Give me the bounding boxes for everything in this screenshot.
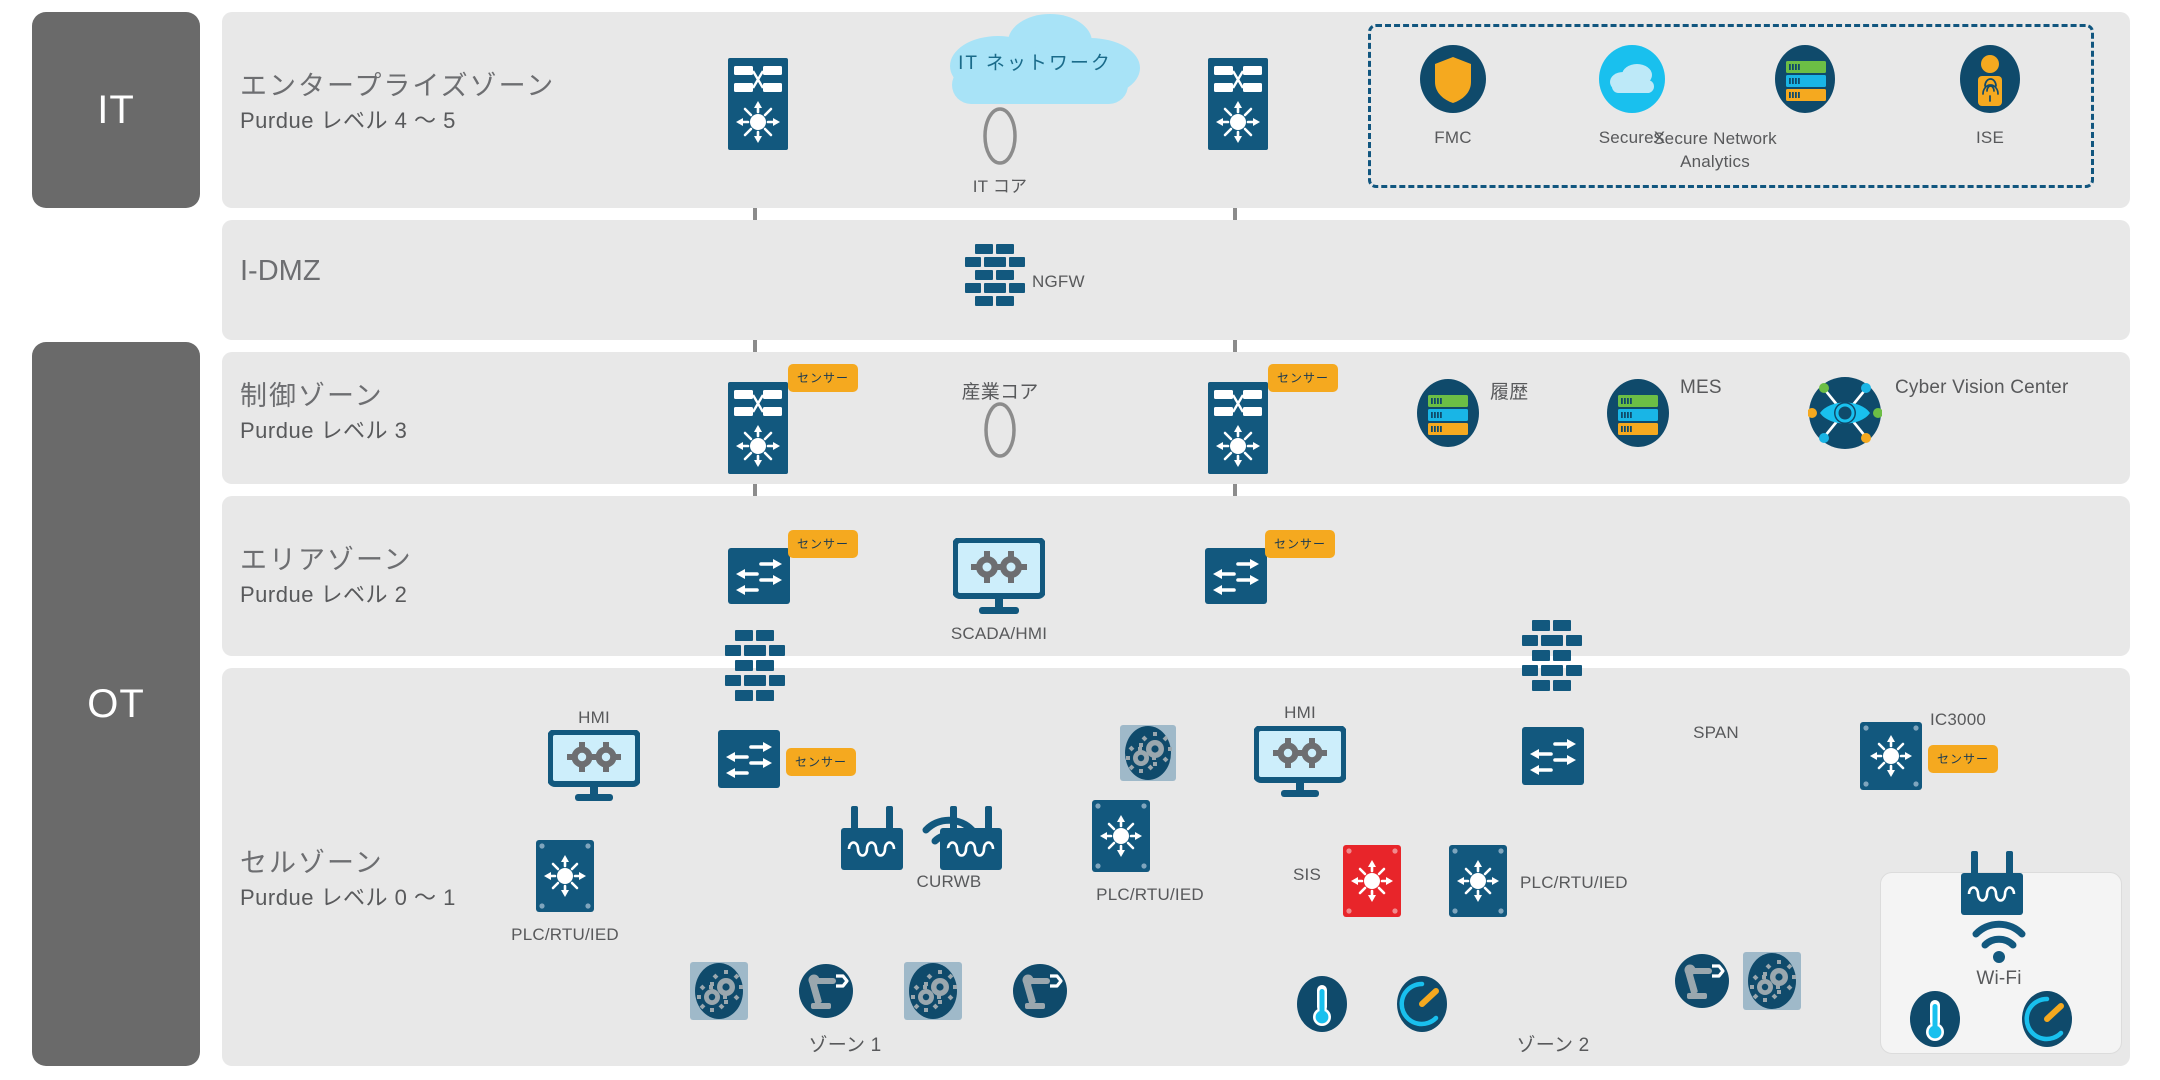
zone-subtitle-control: Purdue レベル 3 [240, 418, 408, 444]
zone-subtitle-cell: Purdue レベル 0 〜 1 [240, 885, 456, 911]
gauge-sensor-wifi[interactable] [2018, 990, 2076, 1053]
it-core-switch-right[interactable] [1208, 58, 1268, 155]
zone-band-area [222, 496, 2130, 656]
plc-zone2-label: PLC/RTU/IED [1520, 873, 1628, 892]
thermometer-sensor-wifi[interactable] [1906, 990, 1964, 1053]
industrial-core-switch-left[interactable] [728, 382, 788, 479]
hmi-left-monitor[interactable] [547, 729, 641, 809]
sensor-badge-area-right: センサー [1265, 530, 1336, 558]
plc-left-node[interactable] [536, 840, 594, 917]
fmc-node[interactable] [1418, 44, 1488, 119]
mes-node[interactable] [1602, 378, 1674, 453]
industrial-core-label: 産業コア [961, 382, 1039, 403]
zone-band-idmz [222, 220, 2130, 340]
zone-subtitle-enterprise: Purdue レベル 4 〜 5 [240, 108, 456, 134]
plc-left-label: PLC/RTU/IED [511, 925, 619, 944]
zone2-label: ゾーン 2 [1516, 1035, 1590, 1056]
diagram-canvas: IT OT エンタープライズゾーン Purdue レベル 4 〜 5 I-DMZ… [0, 0, 2160, 1080]
zone-title-area: エリアゾーン [240, 545, 413, 575]
curwb-label: CURWB [916, 872, 982, 891]
it-network-cloud: IT ネットワーク [910, 14, 1160, 114]
zone-subtitle-area: Purdue レベル 2 [240, 582, 408, 608]
zone-title-idmz: I-DMZ [240, 255, 321, 287]
historian-label: 履歴 [1490, 382, 1529, 403]
ngfw-label: NGFW [1032, 272, 1085, 291]
hmi-right-monitor[interactable] [1253, 725, 1347, 805]
industrial-core-switch-right[interactable] [1208, 382, 1268, 479]
gauge-sensor-zone2[interactable] [1393, 975, 1451, 1038]
zone-label-enterprise: エンタープライズゾーン Purdue レベル 4 〜 5 [240, 68, 555, 137]
plc-zone2-node[interactable] [1449, 845, 1507, 922]
fmc-label: FMC [1434, 128, 1472, 147]
wifi-access-point[interactable] [1955, 845, 2029, 924]
wifi-signal-icon [1968, 915, 2030, 970]
robot-zone1-b[interactable] [1011, 962, 1069, 1025]
zone1-label: ゾーン 1 [808, 1035, 882, 1056]
sensor-badge-control-left: センサー [788, 364, 859, 392]
sis-node[interactable] [1343, 845, 1401, 922]
curwb-radio-left[interactable] [835, 800, 909, 879]
scada-hmi-monitor[interactable] [952, 537, 1046, 621]
it-core-stack-ring [978, 105, 1022, 172]
ot-column-label: OT [87, 681, 145, 726]
ngfw-firewall[interactable] [965, 244, 1025, 311]
span-label: SPAN [1693, 723, 1739, 742]
hmi-right-label: HMI [1284, 703, 1316, 722]
cell-firewall-right[interactable] [1522, 620, 1582, 697]
zone-title-cell: セルゾーン [240, 848, 384, 878]
ot-column: OT [32, 342, 200, 1066]
it-column-label: IT [97, 87, 135, 132]
wifi-label: Wi-Fi [1976, 968, 2022, 989]
it-core-switch-left[interactable] [728, 58, 788, 155]
zone-band-cell [222, 668, 2130, 1066]
zone-title-control: 制御ゾーン [240, 381, 384, 411]
ise-node[interactable] [1955, 44, 2025, 119]
historian-node[interactable] [1412, 378, 1484, 453]
securex-node[interactable] [1597, 44, 1667, 119]
plc-zone1-right-label: PLC/RTU/IED [1096, 885, 1204, 904]
it-column: IT [32, 12, 200, 208]
area-switch-right[interactable] [1205, 548, 1267, 609]
cyber-vision-center-label: Cyber Vision Center [1895, 377, 2069, 398]
hmi-left-label: HMI [578, 708, 610, 727]
sensor-badge-ic3000: センサー [1928, 745, 1999, 773]
sis-label: SIS [1293, 865, 1322, 884]
secure-network-analytics-label: Secure Network Analytics [1653, 129, 1777, 171]
scada-hmi-label: SCADA/HMI [950, 624, 1048, 643]
zone-title-enterprise: エンタープライズゾーン [240, 71, 556, 101]
zone-label-area: エリアゾーン Purdue レベル 2 [240, 542, 413, 611]
cell-firewall-left[interactable] [725, 630, 785, 707]
cell-switch-right[interactable] [1522, 727, 1584, 790]
sensor-badge-control-right: センサー [1268, 364, 1339, 392]
robot-zone1-a[interactable] [797, 962, 855, 1025]
ic3000-node[interactable] [1860, 722, 1922, 795]
sensor-badge-area-left: センサー [788, 530, 859, 558]
secure-network-analytics-node[interactable] [1770, 44, 1840, 119]
ise-label: ISE [1975, 128, 2005, 147]
sensor-badge-cell-left: センサー [786, 748, 857, 776]
thermometer-sensor-zone2[interactable] [1293, 975, 1351, 1038]
it-core-label: IT コア [972, 177, 1028, 196]
robot-zone2[interactable] [1673, 952, 1731, 1015]
cell-switch-left[interactable] [718, 730, 780, 793]
mes-label: MES [1680, 377, 1722, 398]
zone-label-control: 制御ゾーン Purdue レベル 3 [240, 378, 407, 447]
ic3000-label: IC3000 [1930, 710, 1987, 729]
area-switch-left[interactable] [728, 548, 790, 609]
plc-zone1-right-node[interactable] [1092, 800, 1150, 877]
zone-label-cell: セルゾーン Purdue レベル 0 〜 1 [240, 845, 456, 914]
cyber-vision-center-node[interactable] [1807, 376, 1883, 455]
it-network-cloud-label: IT ネットワーク [958, 53, 1112, 74]
zone-label-idmz: I-DMZ [240, 252, 321, 291]
industrial-core-stack-ring [978, 400, 1022, 465]
curwb-wifi-icon [918, 810, 980, 869]
